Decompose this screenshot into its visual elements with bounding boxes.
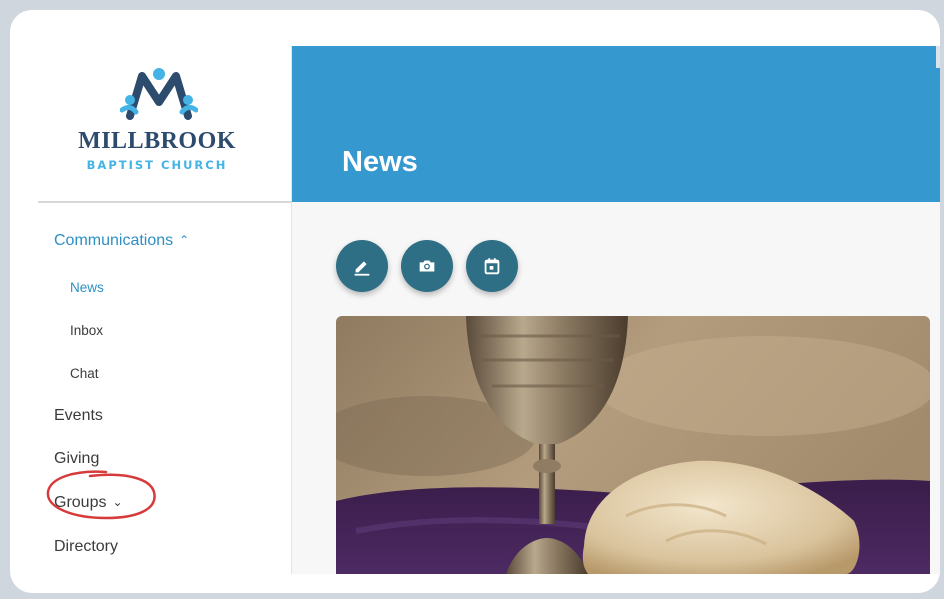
sidebar-subitem-label: Chat <box>70 366 99 381</box>
sidebar: MILLBROOK BAPTIST CHURCH Communications ⌃… <box>24 46 292 574</box>
page-title: News <box>342 146 418 178</box>
sidebar-item-label: Directory <box>54 538 119 555</box>
chevron-down-icon: ⌄ <box>112 495 123 509</box>
logo-name-line1: MILLBROOK <box>78 128 236 154</box>
main-content: News <box>292 46 940 574</box>
chevron-up-icon: ⌃ <box>179 233 190 247</box>
screenshot-frame: MILLBROOK BAPTIST CHURCH Communications ⌃… <box>10 10 940 593</box>
event-post-button[interactable] <box>466 240 518 292</box>
sidebar-item-label: Groups <box>54 494 107 511</box>
scrollbar-hint[interactable] <box>936 46 940 68</box>
communion-chalice-and-bread-photo <box>336 316 930 574</box>
app-window: MILLBROOK BAPTIST CHURCH Communications ⌃… <box>24 46 940 574</box>
logo-mark-icon <box>120 68 198 120</box>
sidebar-item-label: Giving <box>54 450 100 467</box>
sidebar-subitem-label: Inbox <box>70 323 104 338</box>
sidebar-subitem-label: News <box>70 280 104 295</box>
compose-post-button[interactable] <box>336 240 388 292</box>
page-header: News <box>292 46 940 202</box>
church-logo[interactable]: MILLBROOK BAPTIST CHURCH <box>52 66 262 206</box>
calendar-icon <box>484 258 500 275</box>
sidebar-item-label: Events <box>54 407 103 424</box>
pencil-icon <box>354 261 370 276</box>
featured-post-image[interactable] <box>336 316 930 574</box>
camera-icon <box>419 260 435 272</box>
logo-name-line2: BAPTIST CHURCH <box>86 158 228 172</box>
sidebar-item-label: Communications <box>54 232 174 249</box>
sidebar-divider <box>38 201 292 203</box>
photo-post-button[interactable] <box>401 240 453 292</box>
